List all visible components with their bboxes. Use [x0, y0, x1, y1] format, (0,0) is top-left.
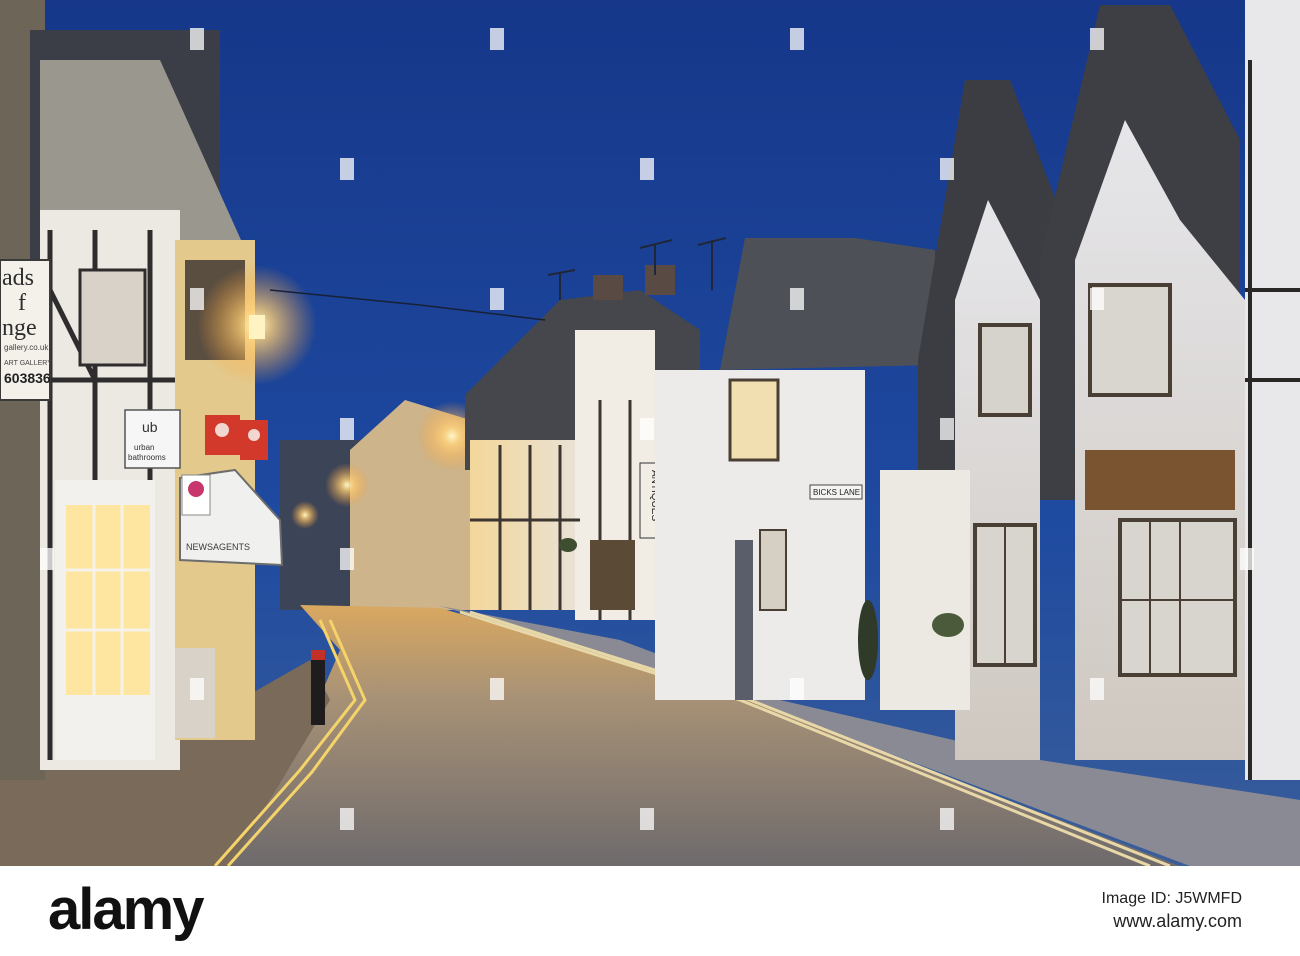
gallery-sign-sub: ART GALLERY [4, 360, 52, 367]
upper-window-left [78, 268, 147, 367]
far-right-house [1245, 0, 1300, 780]
bollard [311, 650, 325, 725]
carved-fascia [1085, 450, 1235, 510]
right-low-house [880, 470, 970, 710]
gallery-sign-text-3: nge [2, 315, 37, 341]
lane-sign-text: BICKS LANE [813, 488, 860, 497]
centre-lower-window [759, 529, 787, 611]
right-lower-window-2 [1118, 518, 1237, 677]
urban-name-1: urban [134, 443, 154, 452]
hanging-basket-middle [559, 538, 577, 552]
potted-shrub [858, 600, 878, 680]
middle-house-1 [470, 440, 580, 610]
street-photo: ads f nge gallery.co.uk ART GALLERY 6038… [0, 0, 1300, 866]
photo-scene: ads f nge gallery.co.uk ART GALLERY 6038… [0, 0, 1300, 866]
street-lamp-left [249, 315, 265, 339]
urban-name-2: bathrooms [128, 453, 166, 462]
ice-cream-logo-1 [215, 423, 229, 437]
alamy-logo: alamy [48, 877, 204, 942]
gallery-sign-text-1: ads [2, 265, 34, 291]
gallery-sign-phone: 603836 [4, 370, 51, 386]
stock-footer: alamy Image ID: J5WMFD www.alamy.com [0, 866, 1300, 956]
right-upper-window-1 [978, 323, 1032, 417]
centre-door [735, 540, 753, 700]
payzone-logo [188, 481, 204, 497]
chimney-1 [593, 275, 623, 300]
middle-shop-window [590, 540, 635, 610]
hanging-basket-right [932, 613, 964, 637]
image-id-label: Image ID: J5WMFD [1101, 890, 1242, 907]
ice-cream-logo-2 [248, 429, 260, 441]
lamp-glow-far [325, 463, 369, 507]
urban-logo: ub [142, 419, 158, 435]
lit-shop-window [66, 505, 150, 695]
stock-url: www.alamy.com [1113, 911, 1242, 931]
gallery-sign-text-2: f [18, 290, 26, 316]
centre-roof [720, 238, 935, 370]
newsagent-awning-text: NEWSAGENTS [186, 542, 250, 552]
lamp-glow-farthest [291, 501, 319, 529]
gallery-sign-url: gallery.co.uk [4, 343, 49, 352]
chimney-2 [645, 265, 675, 295]
stock-info: Image ID: J5WMFD www.alamy.com [1102, 888, 1242, 932]
centre-upper-window [728, 378, 780, 462]
bollard-top [311, 650, 325, 660]
